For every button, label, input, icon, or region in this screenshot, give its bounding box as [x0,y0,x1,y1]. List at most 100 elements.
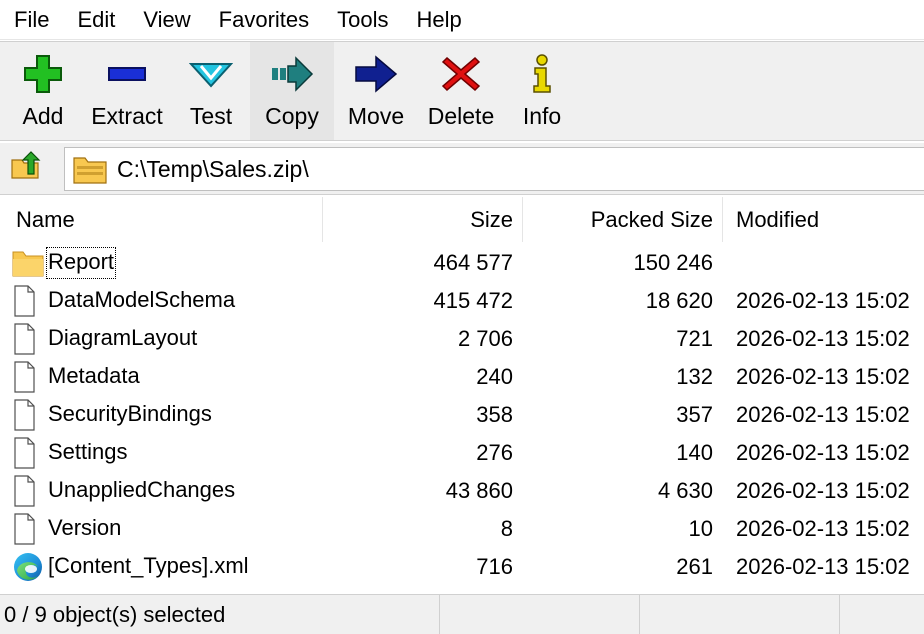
item-size: 8 [500,516,513,541]
list-item[interactable]: Report 464 577 150 246 [0,244,924,282]
list-item[interactable]: Metadata 240 132 2026-02-13 15:02 [0,358,924,396]
menu-tools[interactable]: Tools [323,0,402,40]
item-packed-size: 357 [676,402,713,427]
menu-edit[interactable]: Edit [63,0,129,40]
menu-file[interactable]: File [0,0,63,40]
delete-button[interactable]: Delete [418,42,504,140]
address-path: C:\Temp\Sales.zip\ [117,155,309,182]
column-packed-size[interactable]: Packed Size [523,197,723,242]
item-name: DiagramLayout [48,325,198,350]
item-modified: 2026-02-13 15:02 [736,288,910,313]
edge-xml-icon [12,551,46,583]
column-name[interactable]: Name [0,197,323,242]
item-size: 464 577 [433,250,513,275]
item-modified [723,244,924,282]
file-icon [12,285,46,317]
file-icon [12,323,46,355]
file-icon [12,361,46,393]
status-segment-2 [440,594,640,634]
archive-folder-icon [73,153,109,185]
item-name: [Content_Types].xml [48,553,249,578]
file-icon [12,475,46,507]
item-packed-size: 10 [688,516,713,541]
item-size: 415 472 [433,288,513,313]
item-modified: 2026-02-13 15:02 [736,364,910,389]
info-button[interactable]: Info [504,42,580,140]
move-icon [354,52,398,96]
column-size[interactable]: Size [323,197,523,242]
address-field[interactable]: C:\Temp\Sales.zip\ [64,147,924,191]
info-label: Info [522,103,562,129]
test-button[interactable]: Test [172,42,250,140]
up-arrow-folder-icon [10,150,42,188]
add-button[interactable]: Add [4,42,82,140]
list-item[interactable]: [Content_Types].xml 716 261 2026-02-13 1… [0,548,924,586]
list-item[interactable]: DataModelSchema 415 472 18 620 2026-02-1… [0,282,924,320]
item-name: Settings [48,439,128,464]
item-packed-size: 261 [676,554,713,579]
status-bar: 0 / 9 object(s) selected [0,594,924,634]
item-modified: 2026-02-13 15:02 [736,516,910,541]
list-item[interactable]: Version 8 10 2026-02-13 15:02 [0,510,924,548]
address-bar: C:\Temp\Sales.zip\ [0,143,924,195]
menu-favorites[interactable]: Favorites [205,0,323,40]
extract-button[interactable]: Extract [82,42,172,140]
item-size: 43 860 [445,478,513,503]
extract-icon [105,52,149,96]
delete-icon [439,52,483,96]
delete-label: Delete [427,103,495,129]
copy-icon [270,52,314,96]
item-packed-size: 132 [676,364,713,389]
item-size: 358 [476,402,513,427]
menu-bar: File Edit View Favorites Tools Help [0,0,924,40]
test-label: Test [189,103,233,129]
list-item[interactable]: SecurityBindings 358 357 2026-02-13 15:0… [0,396,924,434]
add-icon [21,52,65,96]
menu-help[interactable]: Help [403,0,476,40]
file-icon [12,513,46,545]
folder-icon [12,247,46,279]
item-packed-size: 150 246 [633,250,713,275]
status-segment-4 [840,595,924,634]
move-label: Move [347,103,405,129]
item-size: 240 [476,364,513,389]
menu-view[interactable]: View [129,0,204,40]
copy-button[interactable]: Copy [250,42,334,140]
file-icon [12,399,46,431]
item-name: Version [48,515,122,540]
item-packed-size: 721 [676,326,713,351]
file-list: Report 464 577 150 246 DataModelSchema 4… [0,244,924,588]
test-icon [189,52,233,96]
item-size: 276 [476,440,513,465]
info-icon [520,52,564,96]
list-header: Name Size Packed Size Modified [0,197,924,242]
item-packed-size: 4 630 [657,478,713,503]
add-label: Add [22,103,64,129]
item-name: SecurityBindings [48,401,212,426]
column-modified[interactable]: Modified [723,197,924,242]
item-modified: 2026-02-13 15:02 [736,478,910,503]
file-icon [12,437,46,469]
item-name: Report [46,247,117,279]
item-size: 716 [476,554,513,579]
item-size: 2 706 [457,326,513,351]
copy-label: Copy [265,103,319,129]
status-segment-3 [640,594,840,634]
toolbar: Add Extract Test Copy Move Delete Info [0,41,924,141]
item-packed-size: 18 620 [645,288,713,313]
move-button[interactable]: Move [334,42,418,140]
item-modified: 2026-02-13 15:02 [736,402,910,427]
status-selection: 0 / 9 object(s) selected [0,594,440,634]
up-folder-button[interactable] [6,149,46,189]
extract-label: Extract [91,103,163,129]
list-item[interactable]: Settings 276 140 2026-02-13 15:02 [0,434,924,472]
item-packed-size: 140 [676,440,713,465]
list-item[interactable]: UnappliedChanges 43 860 4 630 2026-02-13… [0,472,924,510]
item-modified: 2026-02-13 15:02 [736,554,910,579]
item-modified: 2026-02-13 15:02 [736,440,910,465]
item-modified: 2026-02-13 15:02 [736,326,910,351]
item-name: UnappliedChanges [48,477,236,502]
item-name: Metadata [48,363,140,388]
item-name: DataModelSchema [48,287,236,312]
list-item[interactable]: DiagramLayout 2 706 721 2026-02-13 15:02 [0,320,924,358]
